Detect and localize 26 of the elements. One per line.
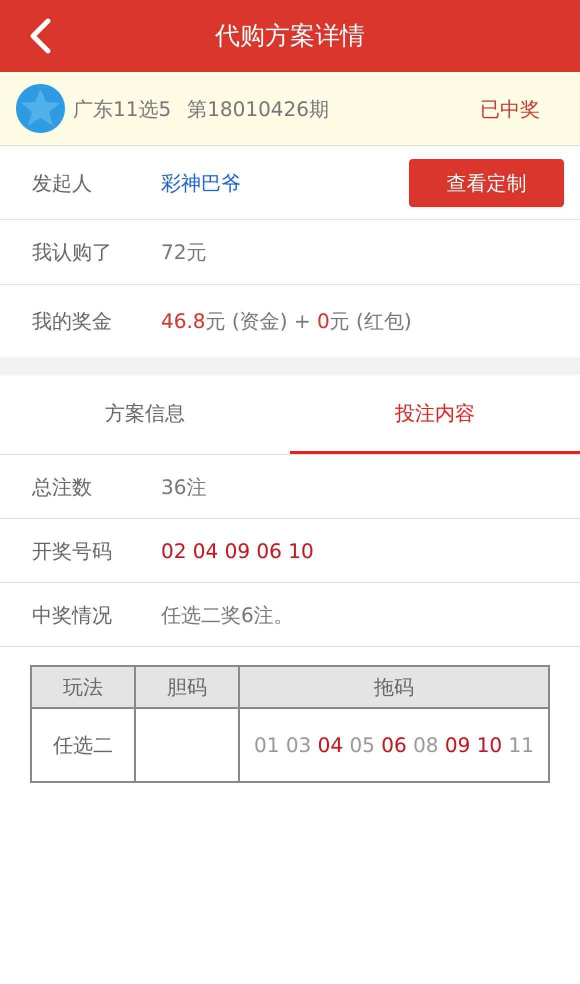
row-value: 02 04 09 06 10 bbox=[161, 538, 314, 564]
view-custom-button[interactable]: 查看定制 bbox=[409, 158, 564, 206]
back-icon[interactable] bbox=[28, 18, 52, 54]
table-cell: 任选二 bbox=[31, 708, 135, 782]
row-label: 总注数 bbox=[32, 474, 93, 500]
issue-number: 第18010426期 bbox=[187, 96, 329, 122]
column-header: 玩法 bbox=[31, 666, 135, 708]
row-label: 我认购了 bbox=[32, 239, 113, 266]
row-value: 36注 bbox=[161, 474, 206, 500]
win-status: 已中奖 bbox=[480, 96, 540, 122]
row-label: 开奖号码 bbox=[32, 538, 113, 564]
row-value: 任选二奖6注。 bbox=[161, 602, 294, 628]
tab[interactable]: 方案信息 bbox=[0, 375, 290, 454]
tab[interactable]: 投注内容 bbox=[290, 375, 580, 454]
star-logo-icon bbox=[16, 84, 65, 133]
row-label: 我的奖金 bbox=[32, 308, 113, 335]
initiator-name[interactable]: 彩神巴爷 bbox=[161, 168, 241, 198]
row-value: 72元 bbox=[161, 239, 206, 266]
row-label: 发起人 bbox=[32, 170, 93, 196]
lottery-name: 广东11选5 bbox=[73, 96, 172, 122]
page-title: 代购方案详情 bbox=[215, 20, 365, 52]
prize-amount: 46.8元 (资金) + 0元 (红包) bbox=[161, 308, 412, 335]
column-header: 胆码 bbox=[135, 666, 239, 708]
row-label: 中奖情况 bbox=[32, 602, 113, 628]
table-cell: 01 03 04 05 06 08 09 10 11 bbox=[239, 708, 549, 782]
column-header: 拖码 bbox=[239, 666, 549, 708]
